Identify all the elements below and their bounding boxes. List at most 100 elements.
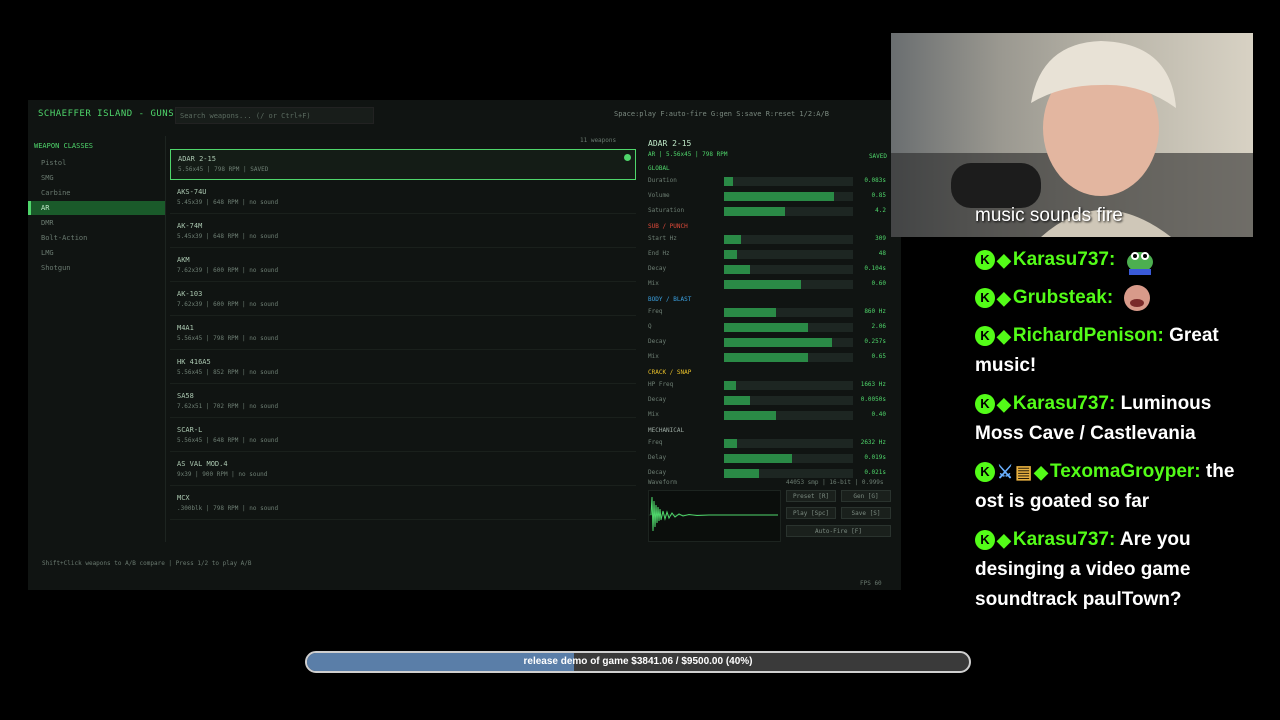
- weapon-count: 11 weapons: [580, 137, 617, 144]
- weapon-name: AKS-74U: [177, 188, 207, 196]
- weapon-class-sidebar: WEAPON CLASSES Pistol SMG Carbine AR DMR Bolt…: [28, 136, 166, 542]
- weapon-meta: 9x39 | 900 RPM | no sound: [177, 471, 268, 478]
- weapon-row[interactable]: AKM 7.62x39 | 600 RPM | no sound: [170, 251, 636, 282]
- editor-subtitle: AR | 5.56x45 | 798 RPM: [648, 151, 728, 158]
- param-label: Freq: [648, 439, 663, 446]
- param-slider[interactable]: [724, 411, 853, 420]
- param-slider[interactable]: [724, 235, 853, 244]
- subscriber-gem-icon: ◆: [997, 288, 1011, 309]
- chat-username: Karasu737:: [1012, 529, 1116, 551]
- save-button[interactable]: Save [S]: [841, 507, 891, 519]
- autofire-button[interactable]: Auto-Fire [F]: [786, 525, 891, 537]
- weapon-row[interactable]: ADAR 2-15 5.56x45 | 798 RPM | SAVED: [170, 149, 636, 180]
- param-label: Decay: [648, 265, 667, 272]
- param-value: 4.2: [875, 207, 886, 214]
- shortcut-hints: Space:play F:auto-fire G:gen S:save R:re…: [614, 110, 829, 118]
- weapon-row[interactable]: AKS-74U 5.45x39 | 648 RPM | no sound: [170, 183, 636, 214]
- kick-badge-icon: K: [975, 394, 995, 415]
- sidebar-item-carbine[interactable]: Carbine: [28, 186, 165, 200]
- sidebar-item-ar[interactable]: AR: [28, 201, 165, 215]
- subscriber-gem-icon: ◆: [997, 530, 1011, 551]
- sound-editor-panel: ADAR 2-15 AR | 5.56x45 | 798 RPM SAVED G…: [645, 136, 895, 546]
- param-value: 2632 Hz: [860, 439, 886, 446]
- param-slider-fill: [724, 396, 750, 405]
- app-title: SCHAEFFER ISLAND - GUNS: [38, 109, 175, 119]
- param-slider[interactable]: [724, 454, 853, 463]
- param-value: 2.06: [871, 323, 886, 330]
- weapon-meta: 5.56x45 | 798 RPM | SAVED: [178, 166, 269, 173]
- param-slider[interactable]: [724, 353, 853, 362]
- param-slider[interactable]: [724, 250, 853, 259]
- param-label: Decay: [648, 396, 667, 403]
- chat-message: K ◆ Karasu737:: [975, 245, 1265, 275]
- waveform-display: [648, 490, 781, 542]
- param-slider-fill: [724, 338, 833, 347]
- face-emote: [1122, 283, 1152, 313]
- preset-button[interactable]: Preset [R]: [786, 490, 836, 502]
- weapon-row[interactable]: SA58 7.62x51 | 702 RPM | no sound: [170, 387, 636, 418]
- weapon-meta: 5.45x39 | 648 RPM | no sound: [177, 199, 279, 206]
- weapon-row[interactable]: SCAR-L 5.56x45 | 648 RPM | no sound: [170, 421, 636, 452]
- subscriber-gem-icon: ◆: [997, 250, 1011, 270]
- param-slider-fill: [724, 207, 785, 216]
- param-slider-fill: [724, 353, 808, 362]
- param-value: 0.104s: [864, 265, 886, 272]
- sidebar-item-bolt-action[interactable]: Bolt-Action: [28, 231, 165, 245]
- param-slider-fill: [724, 411, 776, 420]
- weapon-row[interactable]: HK 416A5 5.56x45 | 852 RPM | no sound: [170, 353, 636, 384]
- param-slider[interactable]: [724, 280, 853, 289]
- search-input[interactable]: Search weapons... (/ or Ctrl+F): [175, 107, 374, 124]
- subscriber-gem-icon: ◆: [1034, 462, 1048, 483]
- weapon-name: SA58: [177, 392, 194, 400]
- param-label: Saturation: [648, 207, 685, 214]
- kick-badge-icon: K: [975, 462, 995, 483]
- weapon-name: AKM: [177, 256, 190, 264]
- sidebar-item-lmg[interactable]: LMG: [28, 246, 165, 260]
- play-button[interactable]: Play [Spc]: [786, 507, 836, 519]
- selected-dot-icon: [624, 154, 631, 161]
- param-slider[interactable]: [724, 192, 853, 201]
- param-slider[interactable]: [724, 265, 853, 274]
- sidebar-item-pistol[interactable]: Pistol: [28, 156, 165, 170]
- gen-button[interactable]: Gen [G]: [841, 490, 891, 502]
- sound-designer-window: SCHAEFFER ISLAND - GUNS Search weapons..…: [28, 100, 901, 590]
- weapon-row[interactable]: M4A1 5.56x45 | 798 RPM | no sound: [170, 319, 636, 350]
- chat-message: K ◆ Karasu737: Luminous Moss Cave / Castle…: [975, 389, 1265, 449]
- weapon-row[interactable]: MCX .300blk | 798 RPM | no sound: [170, 489, 636, 520]
- param-slider[interactable]: [724, 338, 853, 347]
- param-slider-fill: [724, 250, 737, 259]
- sidebar-item-shotgun[interactable]: Shotgun: [28, 261, 165, 275]
- weapon-name: M4A1: [177, 324, 194, 332]
- weapon-row[interactable]: AK-103 7.62x39 | 600 RPM | no sound: [170, 285, 636, 316]
- weapon-row[interactable]: AS VAL MOD.4 9x39 | 900 RPM | no sound: [170, 455, 636, 486]
- param-label: Mix: [648, 411, 659, 418]
- param-slider[interactable]: [724, 308, 853, 317]
- sidebar-item-dmr[interactable]: DMR: [28, 216, 165, 230]
- param-slider[interactable]: [724, 177, 853, 186]
- chat-username: Karasu737:: [1012, 249, 1116, 271]
- waveform-label: Waveform: [648, 479, 677, 486]
- param-slider[interactable]: [724, 396, 853, 405]
- subscriber-gem-icon: ◆: [997, 326, 1011, 347]
- donation-goal-bar: release demo of game $3841.06 / $9500.00…: [305, 651, 971, 673]
- sidebar-item-smg[interactable]: SMG: [28, 171, 165, 185]
- param-value: 0.65: [871, 353, 886, 360]
- param-label: Freq: [648, 308, 663, 315]
- param-label: Mix: [648, 353, 659, 360]
- param-slider[interactable]: [724, 323, 853, 332]
- param-slider[interactable]: [724, 207, 853, 216]
- saved-badge: SAVED: [868, 153, 887, 160]
- param-slider[interactable]: [724, 381, 853, 390]
- chat-username: RichardPenison:: [1012, 325, 1164, 347]
- chat-username: Grubsteak:: [1012, 287, 1114, 309]
- param-slider[interactable]: [724, 439, 853, 448]
- frog-emote: [1125, 245, 1155, 275]
- weapon-meta: 5.56x45 | 798 RPM | no sound: [177, 335, 279, 342]
- fps-counter: FPS 60: [860, 580, 882, 587]
- weapon-row[interactable]: AK-74M 5.45x39 | 648 RPM | no sound: [170, 217, 636, 248]
- section-heading: CRACK / SNAP: [648, 369, 692, 376]
- kick-badge-icon: K: [975, 326, 995, 347]
- kick-badge-icon: K: [975, 288, 995, 309]
- param-slider[interactable]: [724, 469, 853, 478]
- footer-hint: Shift+Click weapons to A/B compare | Pre…: [42, 560, 252, 567]
